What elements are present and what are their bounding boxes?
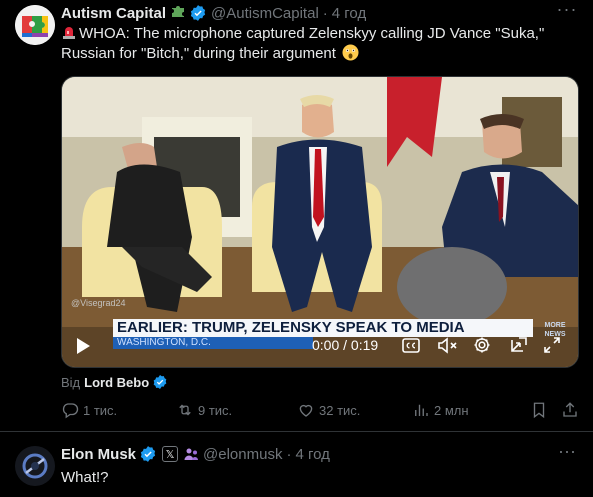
- author-name[interactable]: Autism Capital: [61, 5, 166, 22]
- reply-icon: [62, 403, 79, 419]
- tweet-text: WHOA: The microphone captured Zelenskyy …: [61, 24, 571, 64]
- reply-more-options-icon[interactable]: ···: [555, 442, 579, 462]
- picture-in-picture-icon[interactable]: [510, 336, 528, 354]
- play-icon[interactable]: [75, 337, 91, 355]
- fullscreen-icon[interactable]: [543, 336, 561, 354]
- mute-icon[interactable]: [438, 337, 458, 354]
- repost-button[interactable]: 9 тис.: [176, 400, 232, 420]
- reply-header: Elon Musk 𝕏 @elonmusk · 4 год: [61, 444, 330, 464]
- reply-count: 1 тис.: [83, 402, 118, 418]
- views-chart-icon: [415, 404, 428, 416]
- tweet-body: WHOA: The microphone captured Zelenskyy …: [61, 25, 545, 62]
- source-author-name[interactable]: Lord Bebo: [84, 375, 149, 390]
- closed-captions-icon[interactable]: [402, 338, 420, 353]
- tweet-time[interactable]: 4 год: [332, 5, 366, 22]
- reply-author-handle[interactable]: @elonmusk: [203, 446, 282, 463]
- settings-icon[interactable]: [473, 336, 491, 354]
- like-count: 32 тис.: [319, 402, 361, 418]
- separator-dot: ·: [322, 4, 328, 22]
- x-affiliation-icon[interactable]: 𝕏: [162, 446, 179, 462]
- reply-time[interactable]: 4 год: [295, 446, 329, 463]
- puzzle-avatar-icon: [15, 5, 55, 45]
- from-prefix: Від: [61, 374, 81, 390]
- video-source-attribution: Від Lord Bebo: [61, 374, 168, 390]
- share-icon: [563, 402, 577, 417]
- bookmark-icon: [533, 402, 545, 419]
- share-button[interactable]: [561, 400, 583, 420]
- heart-icon: [299, 404, 313, 417]
- tweet[interactable]: Autism Capital @AutismCapital · 4 год ··…: [0, 0, 593, 431]
- tweet-divider: [0, 431, 593, 432]
- reply-button[interactable]: 1 тис.: [61, 400, 117, 420]
- police-light-icon: [61, 24, 77, 40]
- author-handle[interactable]: @AutismCapital: [211, 5, 319, 22]
- repost-icon: [179, 404, 191, 416]
- separator-dot: ·: [286, 445, 292, 463]
- video-controls: 0:00 / 0:19: [62, 325, 578, 367]
- views-button[interactable]: 2 млн: [412, 400, 469, 420]
- video-watermark: @Visegrad24: [71, 298, 126, 308]
- verified-badge-icon[interactable]: [139, 445, 157, 463]
- astonished-face-icon: [342, 44, 359, 61]
- repost-count: 9 тис.: [198, 402, 233, 418]
- government-role-icon: [183, 446, 199, 462]
- author-avatar[interactable]: [15, 5, 55, 45]
- avatar-icon: [15, 446, 55, 486]
- reply-text: What!?: [61, 469, 109, 486]
- tweet-header: Autism Capital @AutismCapital · 4 год: [61, 3, 366, 23]
- video-timecode: 0:00 / 0:19: [312, 337, 379, 353]
- puzzle-piece-icon: [170, 3, 186, 23]
- bookmark-button[interactable]: [530, 400, 552, 420]
- like-button[interactable]: 32 тис.: [297, 400, 360, 420]
- view-count: 2 млн: [434, 402, 469, 418]
- video-player[interactable]: @Visegrad24 EARLIER: TRUMP, ZELENSKY SPE…: [61, 76, 579, 368]
- reply-author-avatar[interactable]: [15, 446, 55, 486]
- verified-badge-icon[interactable]: [189, 4, 207, 22]
- verified-badge-icon[interactable]: [152, 374, 168, 390]
- reply-author-name[interactable]: Elon Musk: [61, 446, 136, 463]
- more-options-icon[interactable]: ···: [555, 0, 579, 20]
